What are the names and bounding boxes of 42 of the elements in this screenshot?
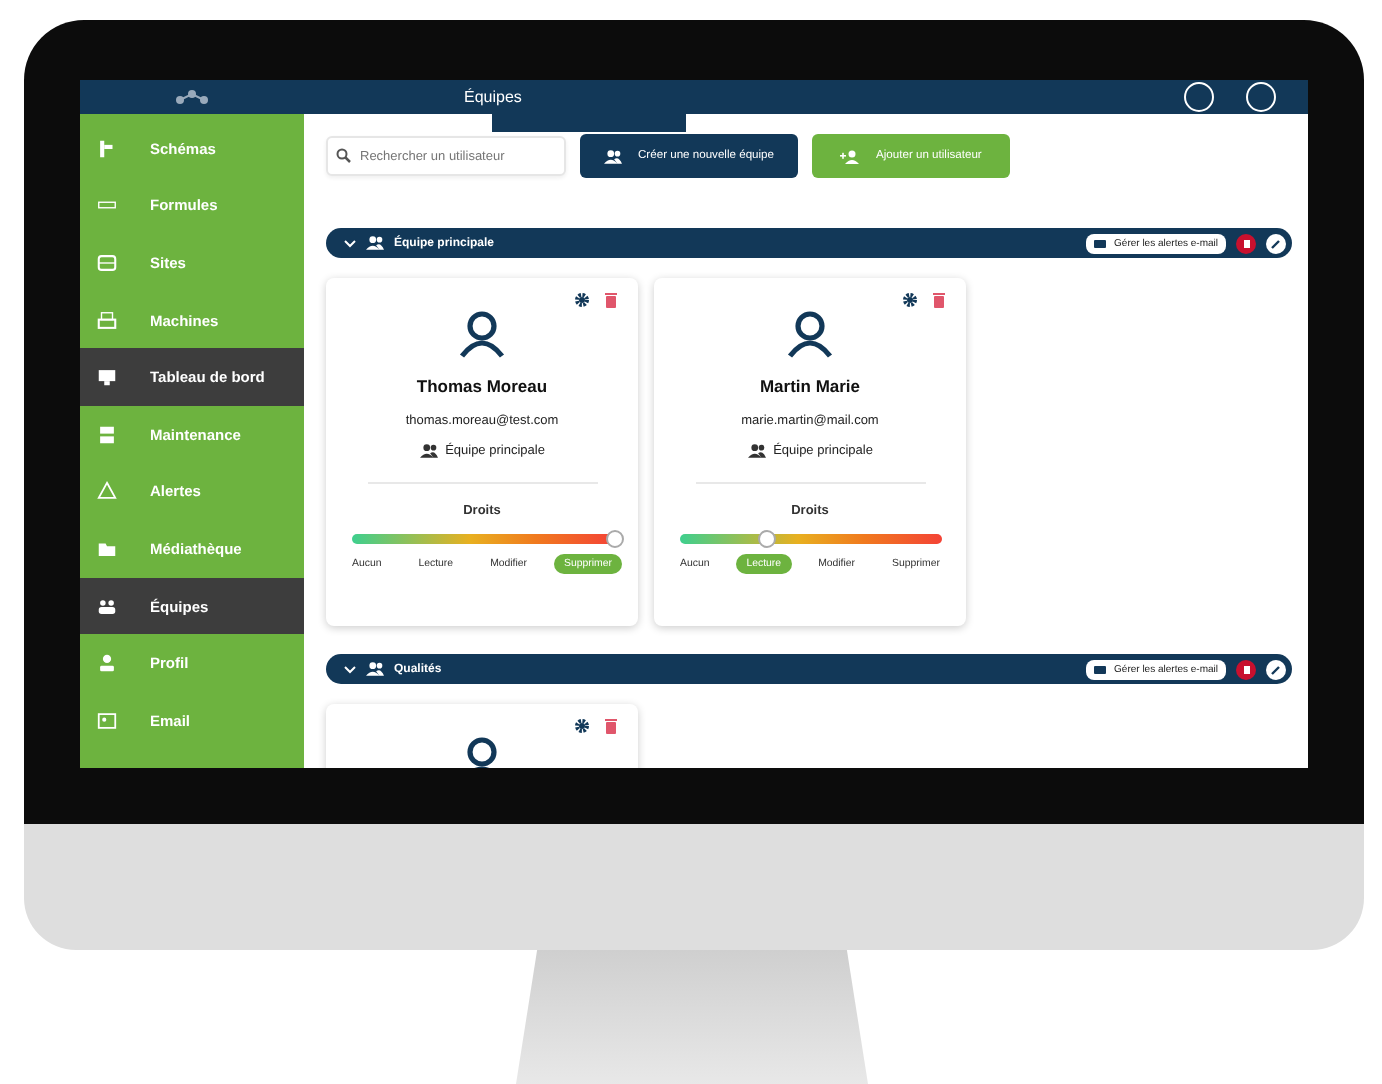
team-icon (604, 149, 622, 163)
warning-icon (96, 480, 118, 503)
rights-slider-thumb[interactable] (605, 530, 623, 548)
pencil-icon (1270, 237, 1282, 249)
delete-team-button[interactable] (1236, 659, 1256, 679)
chevron-icon[interactable] (344, 665, 356, 673)
delete-icon[interactable] (604, 292, 618, 308)
chevron-icon[interactable] (344, 239, 356, 247)
mail-icon (1094, 665, 1107, 673)
user-icon (786, 310, 834, 358)
person-icon (96, 652, 118, 675)
team-icon (96, 595, 118, 618)
delete-icon[interactable] (932, 292, 946, 308)
edit-team-button[interactable] (1266, 233, 1286, 253)
team-icon (747, 444, 766, 458)
monitor-icon (96, 366, 118, 389)
user-name: Thomas Moreau (416, 376, 548, 396)
add-user-icon (840, 149, 861, 163)
team-icon (366, 236, 384, 250)
search-icon (336, 148, 352, 164)
help-icon[interactable] (1184, 82, 1214, 112)
schema-icon (96, 137, 118, 160)
delete-icon[interactable] (604, 718, 618, 734)
logout-icon[interactable] (1246, 82, 1276, 112)
settings-icon[interactable] (574, 718, 590, 734)
logo-icon (172, 87, 212, 107)
user-name: Martin Marie (759, 376, 861, 396)
settings-icon[interactable] (574, 292, 590, 308)
team-icon (419, 444, 438, 458)
page-title: Équipes (464, 88, 522, 106)
card-icon (96, 709, 118, 732)
settings-icon[interactable] (902, 292, 918, 308)
trash-icon (1243, 239, 1249, 247)
pencil-icon (1270, 663, 1282, 675)
user-icon (458, 310, 506, 358)
edit-team-button[interactable] (1266, 659, 1286, 679)
mail-icon (1094, 239, 1107, 247)
team-icon (366, 662, 384, 676)
server-icon (96, 423, 118, 446)
trash-icon (1243, 665, 1249, 673)
rights-slider-thumb[interactable] (757, 530, 776, 548)
delete-team-button[interactable] (1236, 233, 1256, 253)
